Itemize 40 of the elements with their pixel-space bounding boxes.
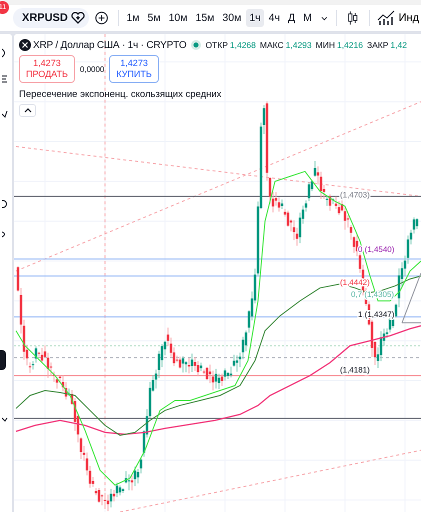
ohlc-label: МИН [316, 40, 335, 50]
tool-icon[interactable] [2, 109, 8, 119]
indicators-button[interactable]: Инд [374, 10, 421, 26]
interval-tab[interactable]: 10м [166, 9, 190, 27]
buy-button[interactable]: 1,4273 КУПИТЬ [109, 55, 159, 83]
ohlc-value: 1,4216 [336, 40, 363, 50]
interval-tab[interactable]: 4ч [266, 9, 283, 27]
tool-icon[interactable] [2, 199, 8, 209]
interval-tab[interactable]: 1м [123, 9, 143, 27]
ohlc-label: ЗАКР [366, 40, 388, 50]
sell-button[interactable]: 1,4273 ПРОДАТЬ [19, 55, 75, 83]
spread-value: 0,0000 [80, 64, 104, 74]
interval-tab[interactable]: 15м [192, 9, 218, 27]
interval-tab[interactable]: 1ч [246, 9, 264, 27]
candlestick-icon[interactable] [347, 9, 359, 27]
tool-icon[interactable] [2, 74, 8, 84]
tool-button[interactable] [0, 350, 6, 370]
ohlc-label: ОТКР [205, 40, 228, 50]
interval-tab[interactable]: М [300, 9, 315, 27]
interval-tab[interactable]: 5м [144, 9, 164, 27]
chevron-up-icon [24, 108, 32, 113]
tool-icon[interactable] [2, 48, 8, 58]
status-dot-icon [191, 40, 202, 50]
interval-tab[interactable]: Д [284, 9, 298, 27]
ohlc-value: 1,4268 [230, 40, 256, 50]
collapse-button[interactable] [19, 104, 36, 117]
ohlc-label: МАКС [260, 40, 284, 50]
tool-icon[interactable] [2, 229, 8, 239]
symbol-search-field[interactable]: XRPUSD [13, 8, 90, 28]
x-logo-icon [19, 39, 31, 51]
symbol-title: XRP / Доллар США · 1ч · CRYPTO [33, 40, 186, 50]
interval-tab[interactable]: 30м [219, 9, 244, 27]
watchlist-icon[interactable] [71, 12, 86, 24]
chevron-down-icon[interactable] [320, 16, 328, 20]
indicators-icon [376, 10, 395, 26]
ohlc-value: 1,4293 [286, 40, 312, 50]
triangle-drawing [402, 272, 421, 324]
ohlc-value: 1,42 [390, 40, 407, 50]
add-symbol-icon[interactable] [95, 10, 109, 26]
indicator-label: Пересечение экспоненц. скользящих средних [19, 89, 222, 100]
